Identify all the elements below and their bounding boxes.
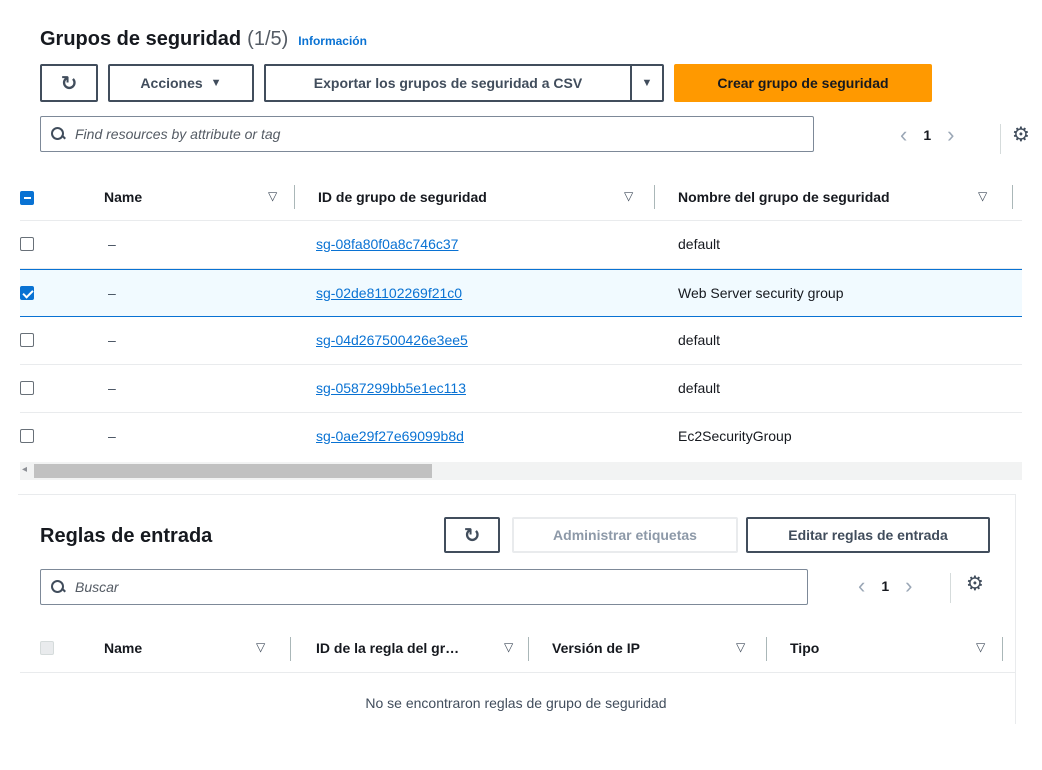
security-group-id-link[interactable]: sg-04d267500426e3ee5 <box>316 332 468 348</box>
search-icon <box>51 127 65 141</box>
header: Grupos de seguridad (1/5) Información <box>40 28 367 51</box>
security-group-id-link[interactable]: sg-02de81102269f21c0 <box>316 285 462 301</box>
selection-count: (1/5) <box>247 28 289 50</box>
cell-name: – <box>108 236 116 252</box>
cell-group-name: Ec2SecurityGroup <box>678 428 792 444</box>
previous-page-icon[interactable]: ‹ <box>858 573 865 599</box>
row-checkbox[interactable] <box>20 333 34 347</box>
horizontal-scrollbar[interactable]: ◂ <box>20 462 1022 480</box>
table-row-selected[interactable]: – sg-02de81102269f21c0 Web Server securi… <box>20 269 1022 317</box>
rules-search-input[interactable]: Buscar <box>40 569 808 605</box>
manage-tags-button[interactable]: Administrar etiquetas <box>512 517 738 553</box>
inbound-rules-title: Reglas de entrada <box>40 525 213 547</box>
refresh-icon: ↻ <box>463 524 481 547</box>
edit-inbound-rules-label: Editar reglas de entrada <box>788 527 948 543</box>
cell-group-name: Web Server security group <box>678 285 844 301</box>
column-header-name[interactable]: Name <box>104 640 142 656</box>
security-group-id-link[interactable]: sg-0587299bb5e1ec113 <box>316 380 466 396</box>
security-groups-table: Name ▽ ID de grupo de seguridad ▽ Nombre… <box>20 175 1022 461</box>
export-options-button[interactable]: ▼ <box>630 64 664 102</box>
caret-down-icon: ▼ <box>210 77 222 89</box>
inbound-rules-panel: Reglas de entrada ↻ Administrar etiqueta… <box>18 494 1016 724</box>
info-link[interactable]: Información <box>298 34 367 48</box>
next-page-icon[interactable]: › <box>905 573 912 599</box>
select-all-checkbox[interactable] <box>20 191 34 205</box>
column-header-ip-version[interactable]: Versión de IP <box>552 640 640 656</box>
row-checkbox[interactable] <box>20 286 34 300</box>
scrollbar-thumb[interactable] <box>34 464 432 478</box>
create-security-group-button[interactable]: Crear grupo de seguridad <box>674 64 932 102</box>
previous-page-icon[interactable]: ‹ <box>900 122 907 148</box>
column-header-type[interactable]: Tipo <box>790 640 819 656</box>
divider <box>950 573 951 603</box>
column-divider[interactable] <box>1002 637 1003 661</box>
sort-icon[interactable]: ▽ <box>978 189 987 203</box>
table-row[interactable]: – sg-0587299bb5e1ec113 default <box>20 365 1022 413</box>
search-input[interactable]: Find resources by attribute or tag <box>40 116 814 152</box>
edit-inbound-rules-button[interactable]: Editar reglas de entrada <box>746 517 990 553</box>
column-divider[interactable] <box>654 185 655 209</box>
table-header: Name ▽ ID de grupo de seguridad ▽ Nombre… <box>20 175 1022 221</box>
column-header-rule-id[interactable]: ID de la regla del gr… <box>316 640 459 656</box>
column-divider[interactable] <box>1012 185 1013 209</box>
scroll-left-icon[interactable]: ◂ <box>22 464 27 475</box>
refresh-button[interactable]: ↻ <box>40 64 98 102</box>
row-checkbox[interactable] <box>20 429 34 443</box>
actions-dropdown[interactable]: Acciones ▼ <box>108 64 254 102</box>
actions-label: Acciones <box>140 75 203 91</box>
export-csv-label: Exportar los grupos de seguridad a CSV <box>313 75 583 91</box>
column-header-name[interactable]: Name <box>104 189 142 205</box>
empty-state-message: No se encontraron reglas de grupo de seg… <box>365 695 667 711</box>
rules-pagination: ‹ 1 › <box>858 573 912 599</box>
create-label: Crear grupo de seguridad <box>717 75 889 91</box>
column-divider[interactable] <box>294 185 295 209</box>
next-page-icon[interactable]: › <box>947 122 954 148</box>
table-row[interactable]: – sg-08fa80f0a8c746c37 default <box>20 221 1022 269</box>
cell-name: – <box>108 285 116 301</box>
divider <box>1000 124 1001 154</box>
search-placeholder: Find resources by attribute or tag <box>75 126 281 142</box>
security-group-id-link[interactable]: sg-08fa80f0a8c746c37 <box>316 236 458 252</box>
sort-icon[interactable]: ▽ <box>736 640 745 654</box>
cell-group-name: default <box>678 380 721 396</box>
column-divider[interactable] <box>290 637 291 661</box>
cell-group-name: default <box>678 236 721 252</box>
page-title: Grupos de seguridad <box>40 28 242 50</box>
row-checkbox[interactable] <box>20 381 34 395</box>
select-all-checkbox <box>40 641 54 655</box>
search-placeholder: Buscar <box>75 579 119 595</box>
table-row[interactable]: – sg-0ae29f27e69099b8d Ec2SecurityGroup <box>20 413 1022 461</box>
sort-icon[interactable]: ▽ <box>256 640 265 654</box>
sort-icon[interactable]: ▽ <box>504 640 513 654</box>
sort-icon[interactable]: ▽ <box>976 640 985 654</box>
cell-name: – <box>108 332 116 348</box>
sort-icon[interactable]: ▽ <box>268 189 277 203</box>
cell-name: – <box>108 380 116 396</box>
current-page[interactable]: 1 <box>923 127 931 143</box>
column-header-id[interactable]: ID de grupo de seguridad <box>318 189 487 205</box>
search-icon <box>51 580 65 594</box>
sort-icon[interactable]: ▽ <box>624 189 633 203</box>
export-csv-button[interactable]: Exportar los grupos de seguridad a CSV <box>264 64 630 102</box>
row-checkbox[interactable] <box>20 237 34 251</box>
current-page[interactable]: 1 <box>881 578 889 594</box>
security-groups-panel: Grupos de seguridad (1/5) Información ↻ … <box>0 0 1042 490</box>
settings-gear-icon[interactable]: ⚙ <box>1012 122 1030 147</box>
column-divider[interactable] <box>766 637 767 661</box>
security-group-id-link[interactable]: sg-0ae29f27e69099b8d <box>316 428 464 444</box>
settings-gear-icon[interactable]: ⚙ <box>966 571 984 596</box>
cell-group-name: default <box>678 332 721 348</box>
refresh-rules-button[interactable]: ↻ <box>444 517 500 553</box>
refresh-icon: ↻ <box>60 72 78 95</box>
manage-tags-label: Administrar etiquetas <box>553 527 697 543</box>
pagination: ‹ 1 › <box>900 122 954 148</box>
cell-name: – <box>108 428 116 444</box>
column-header-group-name[interactable]: Nombre del grupo de seguridad <box>678 189 890 205</box>
caret-down-icon: ▼ <box>641 77 653 89</box>
rules-table-header: Name ▽ ID de la regla del gr… ▽ Versión … <box>20 625 1016 673</box>
table-row[interactable]: – sg-04d267500426e3ee5 default <box>20 317 1022 365</box>
column-divider[interactable] <box>528 637 529 661</box>
